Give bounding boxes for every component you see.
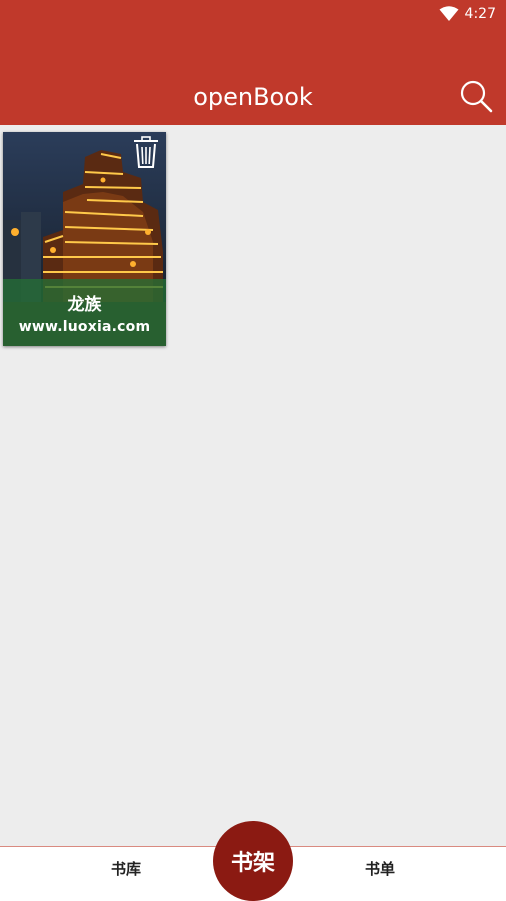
book-title: 龙族	[67, 295, 102, 315]
app-title: openBook	[193, 83, 313, 111]
search-button[interactable]	[458, 78, 494, 114]
tab-booklist[interactable]: 书单	[340, 858, 420, 879]
book-card[interactable]: 龙族 www.luoxia.com	[3, 132, 166, 346]
app-bar: openBook	[0, 28, 506, 125]
status-time: 4:27	[464, 6, 496, 22]
wifi-icon	[439, 6, 459, 21]
delete-book-button[interactable]	[132, 135, 160, 169]
status-indicators: 4:27	[439, 4, 496, 24]
tab-bookshelf[interactable]: 书架	[213, 821, 293, 901]
book-source: www.luoxia.com	[18, 319, 151, 335]
status-bar: 4:27	[0, 0, 506, 28]
bookshelf-grid: 龙族 www.luoxia.com	[0, 125, 506, 846]
search-icon	[460, 80, 493, 113]
trash-icon	[134, 136, 158, 168]
tab-library[interactable]: 书库	[86, 858, 166, 879]
